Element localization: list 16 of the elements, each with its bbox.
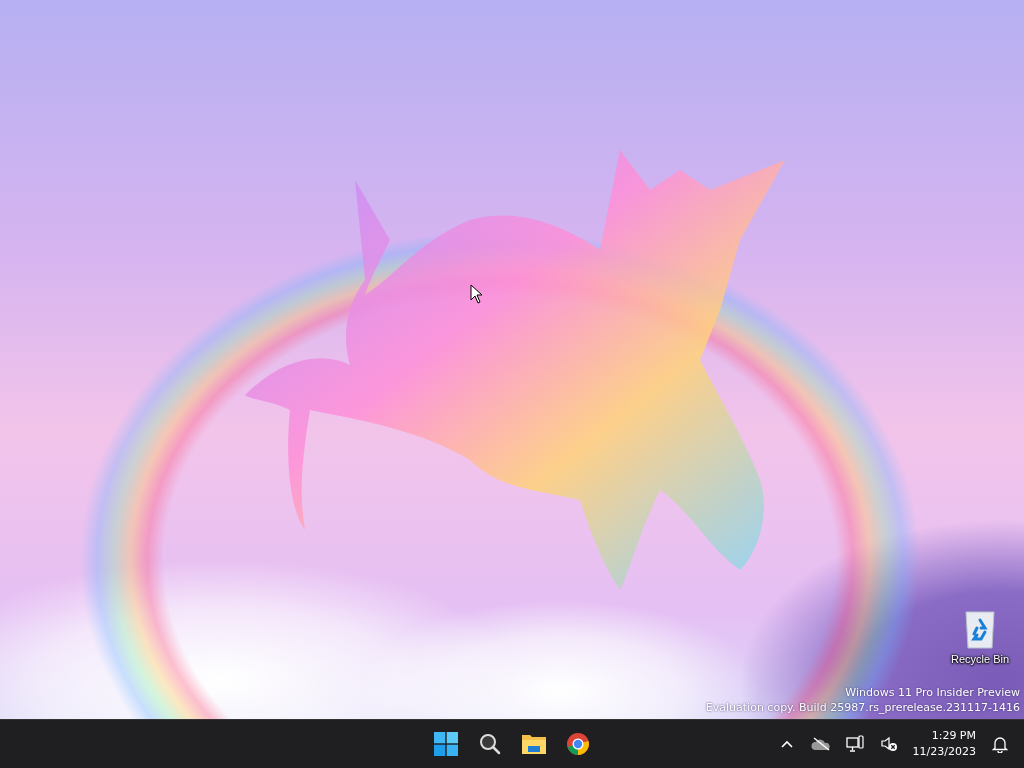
- recycle-bin-icon: [963, 610, 997, 650]
- network-icon: [845, 735, 864, 753]
- folder-icon: [521, 733, 547, 755]
- chevron-up-icon: [780, 740, 793, 748]
- cloud-off-icon: [810, 737, 831, 751]
- speaker-muted-icon: [879, 736, 898, 752]
- mouse-pointer-icon: [470, 284, 483, 304]
- windows-logo-icon: [434, 732, 458, 756]
- desktop-shortcut[interactable]: Recycle Bin: [942, 608, 1018, 667]
- watermark-text: Windows 11 Pro Insider Preview: [845, 685, 1020, 700]
- watermark-text: Evaluation copy. Build 25987.rs_prerelease.231117-1416: [705, 700, 1020, 715]
- shortcut-label: Recycle Bin: [950, 653, 1010, 665]
- search-icon: [478, 732, 502, 756]
- browser-icon: [566, 732, 590, 756]
- bell-icon: [992, 735, 1008, 753]
- clock[interactable]: 1:29 PM 11/23/2023: [908, 728, 980, 760]
